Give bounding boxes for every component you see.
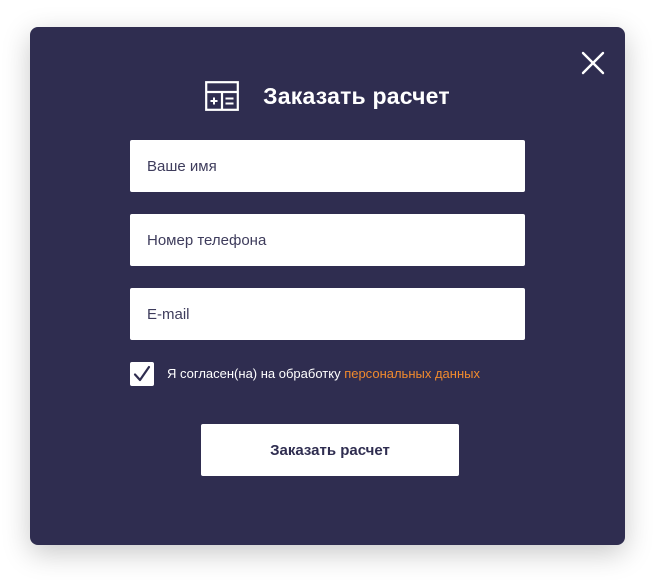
modal-title: Заказать расчет [263,82,450,109]
close-button[interactable] [579,49,607,77]
personal-data-link[interactable]: персональных данных [344,366,480,381]
consent-text: Я согласен(на) на обработку [167,366,345,381]
order-calculation-modal: Заказать расчет Я согласен(на) на обрабо… [30,27,625,545]
page: Заказать расчет Я согласен(на) на обрабо… [0,0,655,580]
consent-row: Я согласен(на) на обработку персональных… [130,362,480,386]
submit-button[interactable]: Заказать расчет [201,424,459,476]
email-input[interactable] [130,288,525,340]
phone-input[interactable] [130,214,525,266]
checkmark-icon [133,365,151,382]
calculator-icon [205,81,240,111]
name-input[interactable] [130,140,525,192]
consent-checkbox[interactable] [130,362,154,386]
close-icon [581,51,605,75]
modal-header: Заказать расчет [30,80,625,112]
